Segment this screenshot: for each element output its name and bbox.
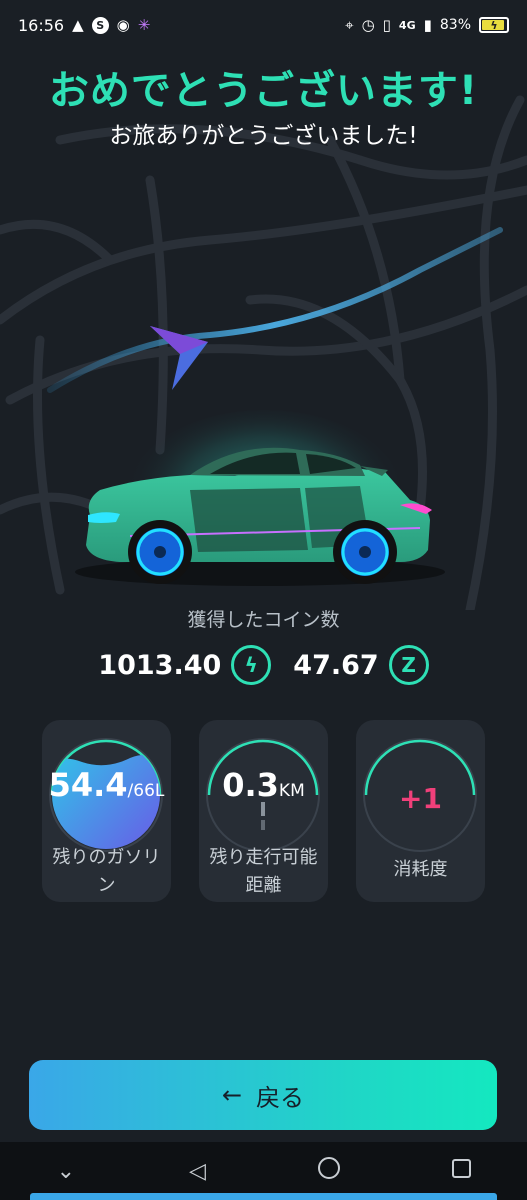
fuel-label-line1: 残りのガソリ <box>52 847 161 868</box>
location-pin-icon: ⌖ <box>345 16 354 34</box>
lightning-coin-icon: ϟ <box>231 645 272 685</box>
congratulations-title: おめでとうございます! <box>48 68 479 114</box>
game-controller-icon: ◉ <box>116 16 130 34</box>
fuel-value-block: 54.4/66L <box>42 766 171 804</box>
range-value-block: 0.3KM <box>199 766 328 804</box>
range-value: 0.3 <box>222 766 279 804</box>
coins-row: 1013.40 ϟ 47.67 Z <box>0 645 527 685</box>
coins-earned-label: 獲得したコイン数 <box>187 609 340 631</box>
nav-recents-button[interactable] <box>431 1158 491 1184</box>
range-card: 0.3KM 残り走行可能 距離 <box>199 720 328 902</box>
thanks-subtitle: お旅ありがとうございました! <box>109 123 418 149</box>
status-left: 16:56 ▲ S ◉ ✳ <box>18 16 150 35</box>
rear-wheel <box>333 520 397 584</box>
network-type-label: 4G <box>398 18 416 32</box>
nav-bottom-strip <box>30 1193 497 1200</box>
battery-icon: ϟ <box>479 17 509 33</box>
wear-label: 消耗度 <box>393 859 448 880</box>
signal-icon: ▮ <box>423 16 432 34</box>
fuel-label-line2: ン <box>97 875 116 896</box>
system-nav-bar: ⌄ ◁ <box>0 1142 527 1200</box>
front-wheel <box>128 520 192 584</box>
alarm-icon: ◷ <box>361 16 375 34</box>
primary-coin-value: 1013.40 <box>98 649 222 681</box>
sparkle-icon: ✳ <box>137 16 151 34</box>
car-illustration <box>75 447 445 586</box>
status-bar: 16:56 ▲ S ◉ ✳ ⌖ ◷ ▯ 4G ▮ 83% ϟ <box>0 0 527 50</box>
stats-cards: 54.4/66L 残りのガソリ ン 0.3KM 残り走行可能 距離 +1 消耗度 <box>42 720 485 902</box>
vibrate-icon: ▯ <box>382 16 391 34</box>
range-unit: KM <box>278 781 305 801</box>
status-time: 16:56 <box>18 15 65 35</box>
home-circle-icon <box>318 1157 341 1179</box>
navigation-arrow-icon: ▲ <box>72 16 84 34</box>
secondary-coin-value: 47.67 <box>293 649 379 681</box>
fuel-card: 54.4/66L 残りのガソリ ン <box>42 720 171 902</box>
back-button-label: 戻る <box>256 1083 305 1112</box>
back-button[interactable]: ← 戻る <box>29 1060 497 1130</box>
fuel-label: 残りのガソリ ン <box>42 844 171 900</box>
secondary-coin: 47.67 Z <box>293 645 429 685</box>
primary-coin: 1013.40 ϟ <box>98 645 272 685</box>
nav-home-button[interactable] <box>299 1157 359 1185</box>
app-s-icon: S <box>91 16 109 34</box>
range-label-line2: 距離 <box>245 875 282 896</box>
collapse-chevron-icon[interactable]: ⌄ <box>36 1159 96 1184</box>
z-coin-icon: Z <box>388 645 429 685</box>
range-label-line1: 残り走行可能 <box>209 847 318 868</box>
fuel-unit: /66L <box>127 781 165 801</box>
wear-card: +1 消耗度 <box>356 720 485 902</box>
arrow-left-icon: ← <box>221 1081 243 1109</box>
nav-back-icon[interactable]: ◁ <box>168 1159 228 1184</box>
range-label: 残り走行可能 距離 <box>199 844 328 900</box>
fuel-value: 54.4 <box>48 766 128 804</box>
battery-percent: 83% <box>439 17 471 33</box>
recents-square-icon <box>451 1158 471 1178</box>
status-right: ⌖ ◷ ▯ 4G ▮ 83% ϟ <box>345 16 509 34</box>
wear-value: +1 <box>399 782 442 815</box>
